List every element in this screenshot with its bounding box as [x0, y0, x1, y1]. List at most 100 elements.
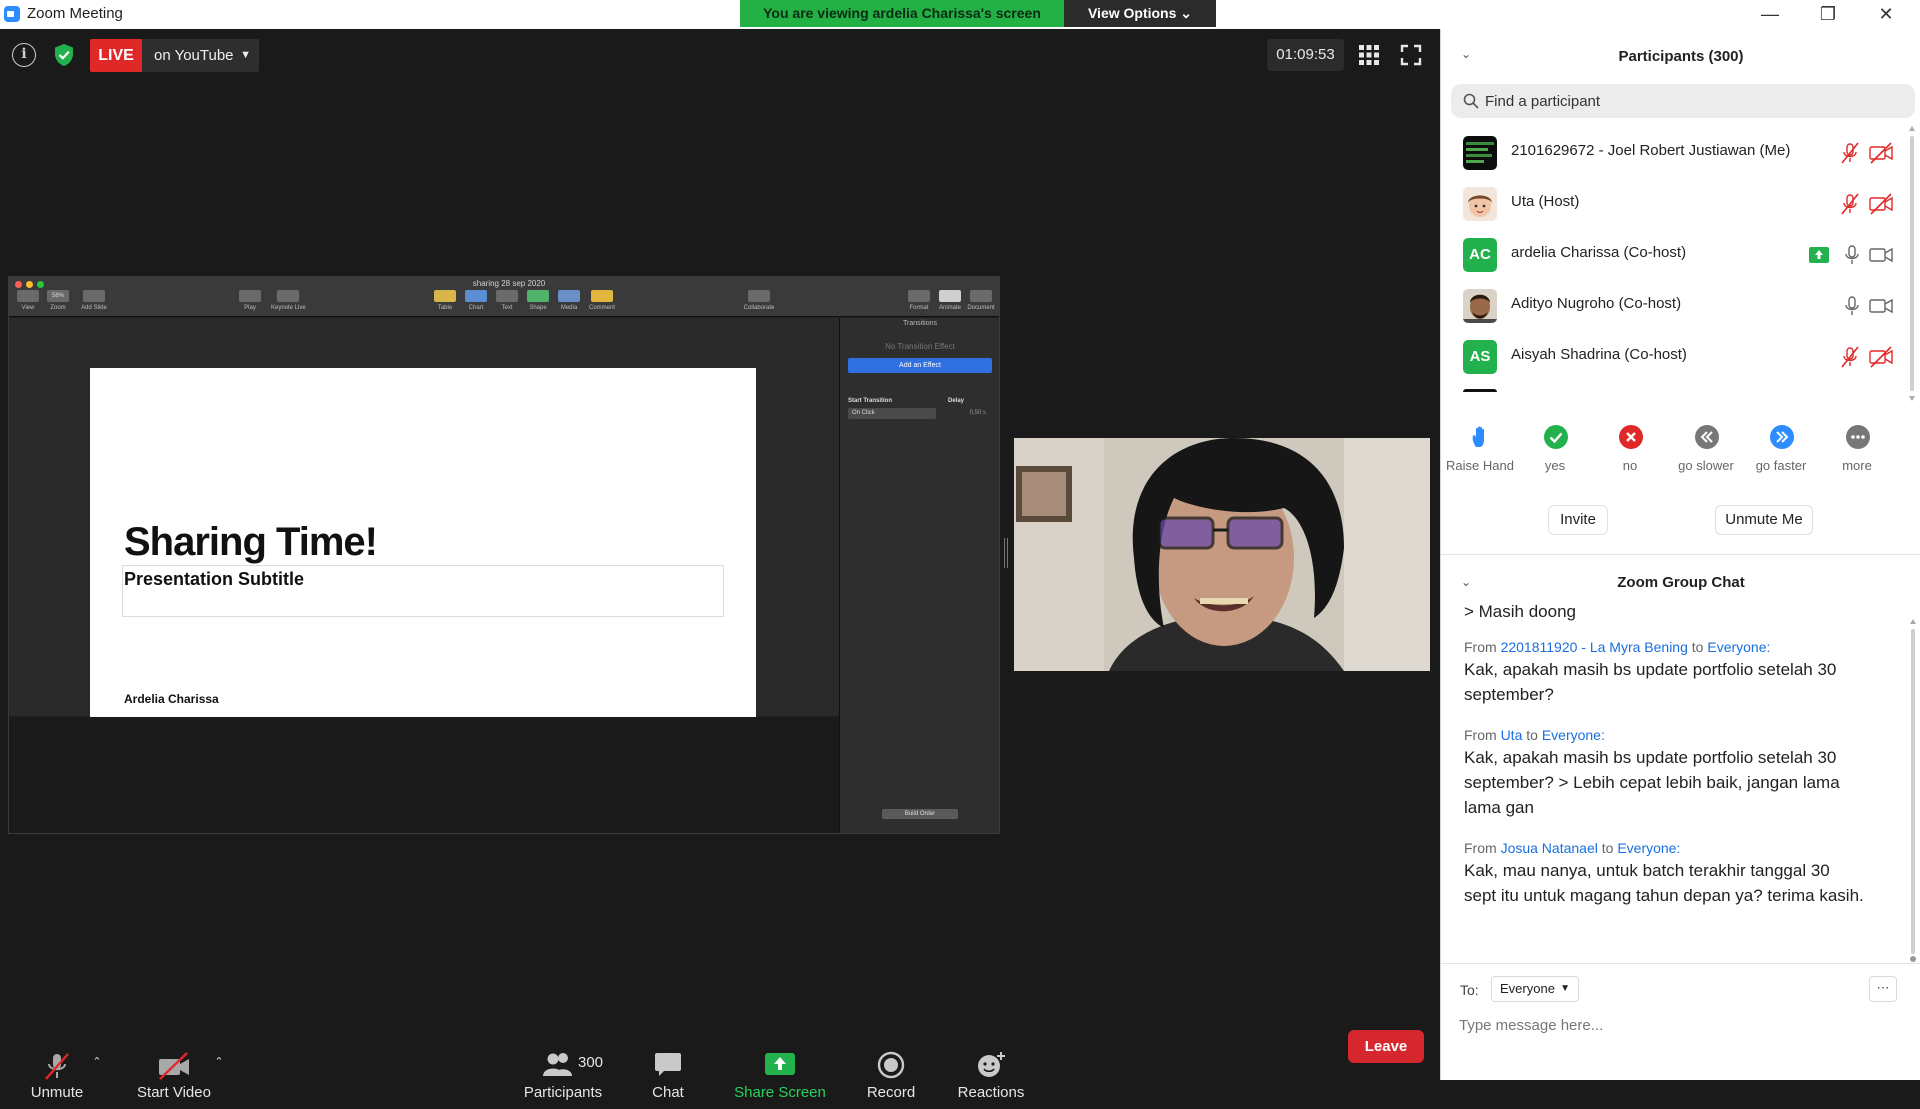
- raise-hand-icon: [1469, 425, 1493, 449]
- play-icon: [239, 290, 261, 302]
- rewind-icon: [1695, 425, 1719, 449]
- keynote-slide-canvas: Sharing Time! Presentation Subtitle Arde…: [9, 318, 839, 742]
- keynote-zoom-tool: 58% Zoom: [41, 290, 75, 311]
- unmute-me-button[interactable]: Unmute Me: [1715, 505, 1813, 535]
- close-button[interactable]: ✕: [1858, 0, 1914, 29]
- recipient-dropdown[interactable]: Everyone ▼: [1491, 976, 1579, 1002]
- chat-more-options-button[interactable]: ⋯: [1869, 976, 1897, 1002]
- mic-muted-icon[interactable]: [1839, 346, 1861, 368]
- chat-message: From 2201811920 - La Myra Bening to Ever…: [1464, 639, 1864, 707]
- mic-muted-icon[interactable]: [1839, 142, 1861, 164]
- share-screen-button[interactable]: Share Screen: [728, 1033, 832, 1109]
- chat-message-header: From 2201811920 - La Myra Bening to Ever…: [1464, 639, 1771, 655]
- unmute-button[interactable]: Unmute: [18, 1033, 96, 1109]
- participant-row[interactable]: Adityo Nugroho (Co-host): [1441, 279, 1911, 330]
- sender-link[interactable]: 2201811920 - La Myra Bening: [1501, 639, 1688, 655]
- speaker-video[interactable]: [1014, 438, 1430, 671]
- participants-count: 300: [578, 1054, 604, 1071]
- more-button[interactable]: more: [1819, 425, 1895, 479]
- sender-link[interactable]: Uta: [1501, 727, 1523, 743]
- video-off-icon[interactable]: [1869, 142, 1893, 164]
- recipient-link[interactable]: Everyone:: [1617, 840, 1680, 856]
- participant-row[interactable]: AS Aisyah Shadrina (Co-host): [1441, 330, 1911, 381]
- collaborate-icon: [748, 290, 770, 302]
- sender-link[interactable]: Josua Natanael: [1501, 840, 1598, 856]
- reactions-button[interactable]: Reactions: [950, 1033, 1032, 1109]
- add-effect-button: Add an Effect: [848, 358, 992, 373]
- no-button[interactable]: no: [1592, 425, 1668, 479]
- fullscreen-icon[interactable]: [1400, 44, 1422, 66]
- shared-screen-keynote: sharing 28 sep 2020 View 58% Zoom Add Sli…: [8, 276, 1000, 834]
- video-options-caret[interactable]: ⌃: [212, 1055, 226, 1068]
- yes-button[interactable]: yes: [1517, 425, 1593, 479]
- delay-label: Delay: [948, 398, 965, 404]
- chat-scrollbar[interactable]: [1910, 619, 1916, 964]
- gallery-view-icon[interactable]: [1358, 44, 1380, 66]
- start-transition-label: Start Transition: [848, 398, 893, 404]
- start-video-button[interactable]: Start Video: [126, 1033, 222, 1109]
- no-label: no: [1622, 458, 1638, 473]
- mac-close-icon: [15, 281, 22, 288]
- yes-label: yes: [1544, 458, 1566, 473]
- participant-row[interactable]: 2101629672 - Joel Robert Justiawan (Me): [1441, 126, 1911, 177]
- video-icon[interactable]: [1869, 244, 1893, 266]
- audio-options-caret[interactable]: ⌃: [90, 1055, 104, 1068]
- minimize-button[interactable]: —: [1742, 0, 1798, 29]
- view-options-button[interactable]: View Options ⌄: [1064, 0, 1216, 27]
- recipient-link[interactable]: Everyone:: [1707, 639, 1770, 655]
- build-order-button: Build Order: [882, 809, 958, 819]
- recipient-link[interactable]: Everyone:: [1542, 727, 1605, 743]
- inspector-title: Transitions: [903, 320, 937, 327]
- mic-icon[interactable]: [1841, 295, 1863, 317]
- keynote-shape-tool: Shape: [521, 290, 555, 311]
- slide-subtitle: Presentation Subtitle: [124, 569, 305, 589]
- mic-muted-icon[interactable]: [1839, 193, 1861, 215]
- start-transition-select: On Click: [848, 408, 936, 419]
- go-faster-button[interactable]: go faster: [1743, 425, 1819, 479]
- avatar: [1463, 289, 1497, 323]
- keynote-inspector: Transitions No Transition Effect Add an …: [839, 318, 999, 833]
- split-view-handle[interactable]: [1004, 538, 1008, 568]
- keynote-play-tool: Play: [233, 290, 267, 311]
- avatar: AS: [1463, 340, 1497, 374]
- meeting-info-icon[interactable]: i: [12, 43, 36, 67]
- view-icon: [17, 290, 39, 302]
- go-slower-button[interactable]: go slower: [1668, 425, 1744, 479]
- keynote-notes-area: [9, 717, 839, 833]
- mic-icon[interactable]: [1841, 244, 1863, 266]
- record-button[interactable]: Record: [858, 1033, 924, 1109]
- slide: Sharing Time! Presentation Subtitle Arde…: [90, 368, 756, 742]
- video-off-icon: [157, 1051, 191, 1086]
- panel-divider: [1441, 963, 1920, 964]
- raise-hand-button[interactable]: Raise Hand: [1442, 425, 1518, 479]
- restore-button[interactable]: ❐: [1800, 0, 1856, 29]
- mac-minimize-icon: [26, 281, 33, 288]
- participants-scrollbar[interactable]: [1909, 126, 1915, 401]
- invite-button[interactable]: Invite: [1548, 505, 1608, 535]
- avatar: AC: [1463, 238, 1497, 272]
- participant-name: Adityo Nugroho (Co-host): [1511, 295, 1682, 312]
- video-off-icon[interactable]: [1869, 193, 1893, 215]
- keynote-animate-tool: Animate: [933, 290, 967, 311]
- keynote-text-tool: Text: [490, 290, 524, 311]
- chat-message-header: From Josua Natanael to Everyone:: [1464, 840, 1681, 856]
- chat-message-input[interactable]: [1459, 1012, 1899, 1038]
- live-badge[interactable]: LIVE: [90, 39, 142, 72]
- leave-button[interactable]: Leave: [1348, 1030, 1424, 1063]
- keynote-toolbar: sharing 28 sep 2020 View 58% Zoom Add Sli…: [9, 277, 999, 317]
- go-faster-label: go faster: [1755, 458, 1807, 473]
- participant-search-input[interactable]: [1485, 84, 1905, 118]
- chat-button[interactable]: Chat: [638, 1033, 698, 1109]
- meeting-area: i LIVE on YouTube ▼ 01:09:53 sharing 28 s…: [0, 29, 1440, 1109]
- participant-row[interactable]: Uta (Host): [1441, 177, 1911, 228]
- participant-search: [1451, 84, 1915, 118]
- live-destination-dropdown[interactable]: on YouTube ▼: [142, 39, 259, 72]
- keynote-live-icon: [277, 290, 299, 302]
- video-icon[interactable]: [1869, 295, 1893, 317]
- security-shield-icon[interactable]: [52, 43, 76, 67]
- go-slower-label: go slower: [1678, 458, 1734, 473]
- participants-button[interactable]: 300 Participants: [516, 1033, 610, 1109]
- unmute-label: Unmute: [30, 1084, 84, 1101]
- video-off-icon[interactable]: [1869, 346, 1893, 368]
- participant-row[interactable]: AC ardelia Charissa (Co-host): [1441, 228, 1911, 279]
